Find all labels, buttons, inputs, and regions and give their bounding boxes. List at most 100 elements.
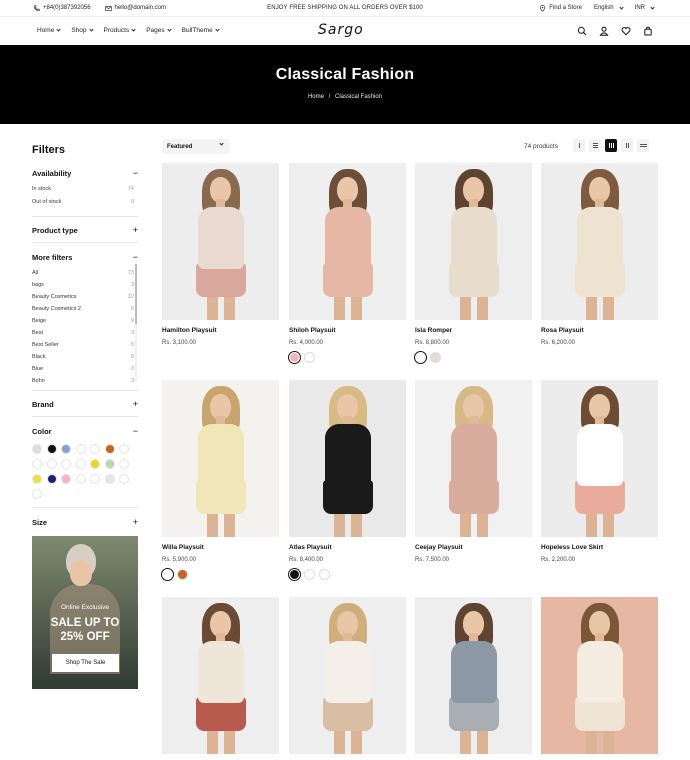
color-swatch[interactable] <box>46 459 57 469</box>
color-swatch[interactable] <box>32 474 42 484</box>
filter-option[interactable]: Black 6 <box>32 354 134 360</box>
option-label: Blue <box>32 366 44 372</box>
product-image[interactable] <box>289 380 406 537</box>
product-image[interactable] <box>541 380 658 537</box>
product-image[interactable] <box>162 163 279 320</box>
product-color-swatch[interactable] <box>304 352 315 363</box>
color-swatch[interactable] <box>46 444 57 454</box>
color-swatch[interactable] <box>61 474 71 484</box>
product-type-filter-toggle[interactable]: Product type + <box>32 225 138 235</box>
filter-option[interactable]: Out of stock 0 <box>32 199 134 205</box>
color-swatch[interactable] <box>75 474 86 484</box>
color-swatch[interactable] <box>104 459 115 469</box>
breadcrumb: Home / Classical Fashion <box>0 94 690 100</box>
product-color-swatch[interactable] <box>304 569 315 580</box>
filter-option[interactable]: Blue 3 <box>32 366 134 372</box>
breadcrumb-home[interactable]: Home <box>308 94 324 100</box>
filter-option[interactable]: All 73 <box>32 270 134 276</box>
menu-item-pages[interactable]: Pages <box>146 27 172 34</box>
product-name[interactable]: Isla Romper <box>415 327 452 334</box>
product-image[interactable] <box>415 163 532 320</box>
product-name[interactable]: Ceejay Playsuit <box>415 544 463 551</box>
filter-option[interactable]: bags 3 <box>32 282 134 288</box>
more-filters-toggle[interactable]: More filters − <box>32 252 138 262</box>
color-filter-toggle[interactable]: Color − <box>32 426 138 436</box>
product-color-swatch[interactable] <box>289 352 300 363</box>
filter-option[interactable]: Boho 3 <box>32 378 134 383</box>
color-swatch[interactable] <box>75 459 86 469</box>
color-swatch[interactable] <box>90 474 100 484</box>
product-color-swatch[interactable] <box>177 569 188 580</box>
color-swatch[interactable] <box>119 459 129 469</box>
menu-item-products[interactable]: Products <box>104 27 136 34</box>
product-image[interactable] <box>289 163 406 320</box>
menu-item-shop[interactable]: Shop <box>71 27 94 34</box>
color-swatch[interactable] <box>90 459 100 469</box>
color-swatch[interactable] <box>32 489 42 499</box>
product-name[interactable]: Hopeless Love Skirt <box>541 544 603 551</box>
find-store-link[interactable]: Find a Store <box>539 4 582 12</box>
grid-4-columns-button[interactable] <box>637 139 649 152</box>
product-name[interactable]: Rosa Playsuit <box>541 327 584 334</box>
color-swatch[interactable] <box>104 444 115 454</box>
color-swatch[interactable] <box>61 459 71 469</box>
site-logo[interactable]: Sargo <box>318 22 364 38</box>
main-navigation: Home Shop Products Pages BullTheme Sargo <box>0 16 690 45</box>
color-swatch[interactable] <box>90 444 100 454</box>
product-color-swatch[interactable] <box>415 352 426 363</box>
language-selector[interactable]: English <box>594 4 624 11</box>
product-color-swatch[interactable] <box>289 569 300 580</box>
product-price: Rs. 7,500.00 <box>415 557 450 563</box>
product-image[interactable] <box>541 163 658 320</box>
product-color-swatch[interactable] <box>162 569 173 580</box>
product-image[interactable] <box>415 597 532 754</box>
grid-2-columns-button[interactable] <box>621 139 633 152</box>
product-name[interactable]: Hamilton Playsuit <box>162 327 217 334</box>
search-icon[interactable] <box>577 26 587 36</box>
filter-option[interactable]: Beige 9 <box>32 318 134 324</box>
filter-scrollbar-thumb[interactable] <box>135 264 137 324</box>
product-image[interactable] <box>415 380 532 537</box>
color-swatch[interactable] <box>61 444 71 454</box>
product-image[interactable] <box>289 597 406 754</box>
sort-select[interactable]: Featured <box>162 139 230 154</box>
cart-icon[interactable] <box>643 26 653 36</box>
product-name[interactable]: Atlas Playsuit <box>289 544 332 551</box>
product-image[interactable] <box>162 597 279 754</box>
filter-option[interactable]: In stock 74 <box>32 186 134 192</box>
wishlist-icon[interactable] <box>621 26 631 36</box>
product-image[interactable] <box>162 380 279 537</box>
product-count: 74 products <box>524 143 558 150</box>
color-swatch[interactable] <box>32 459 42 469</box>
option-label: Beauty Cosmetics <box>32 294 77 300</box>
color-swatch[interactable] <box>32 444 42 454</box>
product-image[interactable] <box>541 597 658 754</box>
product-color-swatch[interactable] <box>430 352 441 363</box>
product-color-swatch[interactable] <box>319 569 330 580</box>
shop-sale-button[interactable]: Shop The Sale <box>52 654 119 672</box>
grid-3-columns-button[interactable] <box>605 139 617 152</box>
color-swatch[interactable] <box>119 444 129 454</box>
divider <box>32 507 138 508</box>
currency-selector[interactable]: INR <box>635 4 655 11</box>
filter-option[interactable]: Best 3 <box>32 330 134 336</box>
size-filter-toggle[interactable]: Size + <box>32 517 138 527</box>
filter-option[interactable]: Beauty Cosmetics 2 6 <box>32 306 134 312</box>
color-swatch[interactable] <box>104 474 115 484</box>
menu-item-home[interactable]: Home <box>37 27 61 34</box>
list-view-button[interactable] <box>589 139 601 152</box>
filter-option[interactable]: Beauty Cosmetics 12 <box>32 294 134 300</box>
filter-heading: More filters <box>32 252 73 262</box>
availability-filter-toggle[interactable]: Availability − <box>32 168 138 178</box>
filter-option[interactable]: Best Seller 5 <box>32 342 134 348</box>
product-name[interactable]: Shiloh Playsuit <box>289 327 336 334</box>
color-swatch[interactable] <box>75 444 86 454</box>
color-swatch[interactable] <box>119 474 129 484</box>
grid-1-column-button[interactable] <box>573 139 585 152</box>
menu-item-bulltheme[interactable]: BullTheme <box>182 27 220 34</box>
account-icon[interactable] <box>599 26 609 36</box>
product-name[interactable]: Willa Playsuit <box>162 544 204 551</box>
brand-filter-toggle[interactable]: Brand + <box>32 399 138 409</box>
promo-banner[interactable]: Online Exclusive SALE UP TO 25% OFF Shop… <box>32 536 138 689</box>
color-swatch[interactable] <box>46 474 57 484</box>
